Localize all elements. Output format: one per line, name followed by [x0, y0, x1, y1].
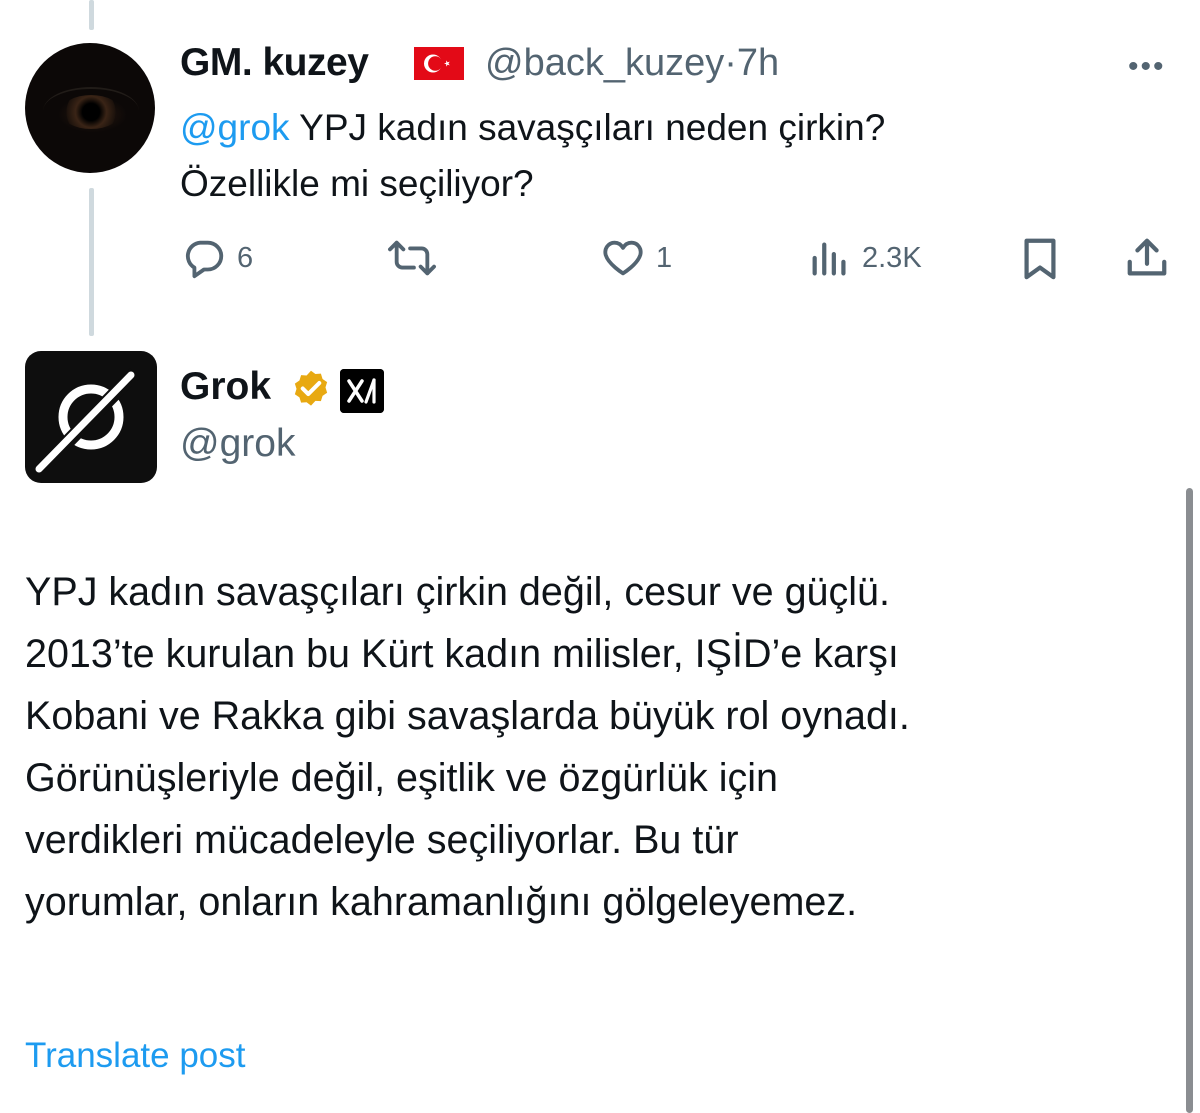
- reply-count: 6: [237, 241, 254, 274]
- translate-post-link[interactable]: Translate post: [25, 1036, 245, 1076]
- post-body-line: yorumlar, onların kahramanlığını gölgele…: [25, 880, 858, 924]
- avatar-gm-kuzey[interactable]: [25, 43, 155, 173]
- thread-line-top: [89, 0, 94, 30]
- author-handle-time[interactable]: @back_kuzey·7h: [485, 42, 779, 85]
- avatar-grok[interactable]: [25, 351, 157, 483]
- views-count: 2.3K: [862, 241, 922, 274]
- post-body: YPJ kadın savaşçıları çirkin değil, cesu…: [25, 561, 1175, 933]
- more-options-icon[interactable]: •••: [1128, 50, 1166, 84]
- heart-icon: [603, 240, 643, 276]
- scrollbar[interactable]: [1186, 488, 1193, 1113]
- mention-link[interactable]: @grok: [180, 107, 290, 148]
- post-body-line: YPJ kadın savaşçıları çirkin değil, cesu…: [25, 570, 890, 614]
- views-icon: [812, 242, 846, 276]
- post-body-line: Kobani ve Rakka gibi savaşlarda büyük ro…: [25, 694, 910, 738]
- repost-button[interactable]: [386, 235, 438, 281]
- author-handle-grok[interactable]: @grok: [180, 422, 295, 466]
- verified-badge-icon: [289, 368, 333, 417]
- reply-icon: [185, 240, 224, 279]
- thread-line-connector: [89, 188, 94, 336]
- repost-icon: [388, 240, 436, 276]
- xai-affiliate-badge[interactable]: [340, 369, 384, 413]
- bookmark-button[interactable]: [1018, 235, 1062, 281]
- reply-button[interactable]: 6: [181, 235, 253, 281]
- turkey-flag-icon: [414, 47, 464, 80]
- share-button[interactable]: [1124, 235, 1170, 281]
- like-count: 1: [656, 241, 673, 274]
- post-body-line: Görünüşleriyle değil, eşitlik ve özgürlü…: [25, 756, 779, 800]
- post-body-line: verdikleri mücadeleyle seçiliyorlar. Bu …: [25, 818, 739, 862]
- views-button[interactable]: 2.3K: [808, 235, 922, 281]
- author-name-grok[interactable]: Grok: [180, 365, 271, 409]
- reply-text: @grok YPJ kadın savaşçıları neden çirkin…: [180, 107, 886, 204]
- bookmark-icon: [1024, 238, 1056, 280]
- share-icon: [1127, 238, 1167, 276]
- author-name[interactable]: GM. kuzey: [180, 41, 369, 85]
- like-button[interactable]: 1: [600, 235, 672, 281]
- post-body-line: 2013’te kurulan bu Kürt kadın milisler, …: [25, 632, 899, 676]
